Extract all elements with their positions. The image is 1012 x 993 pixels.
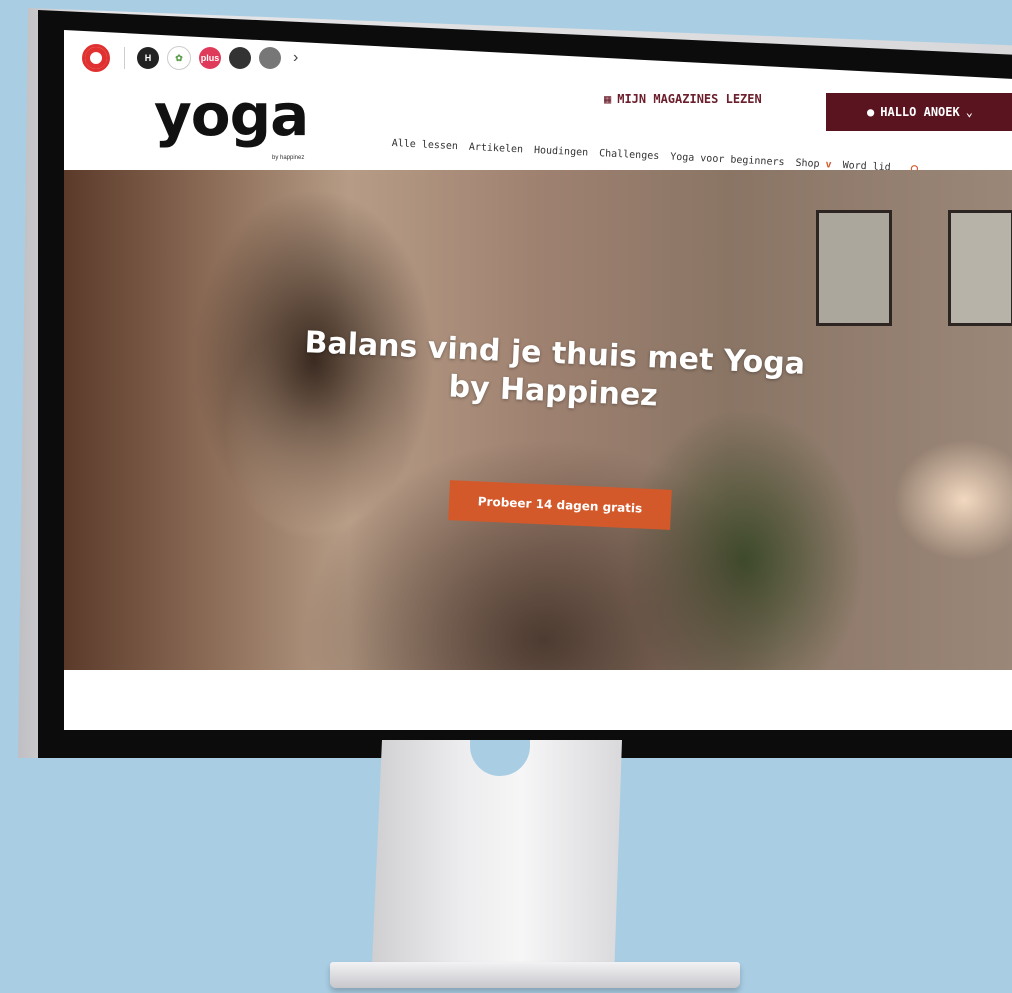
magazine-icon: ▦ [604, 92, 612, 106]
wall-frame [948, 210, 1012, 326]
magazines-link[interactable]: ▦ MIJN MAGAZINES LEZEN [604, 92, 762, 106]
chevron-down-icon: v [825, 159, 832, 171]
brand-dark-icon[interactable] [229, 47, 251, 69]
magazines-label: MIJN MAGAZINES LEZEN [617, 92, 762, 106]
plus-icon-label: plus [200, 53, 220, 63]
nav-item-artikelen[interactable]: Artikelen [468, 142, 524, 160]
wall-frame [816, 210, 892, 326]
site-logo[interactable]: yoga [154, 86, 309, 144]
chevron-down-icon: ⌄ [965, 105, 973, 119]
happinez-icon[interactable]: H [137, 47, 159, 69]
browser-screen: H ✿ plus › yoga by happinez ▦ MIJN MAGAZ… [64, 30, 1012, 730]
nav-item-shop-label: Shop [795, 157, 820, 170]
hero-banner: Balans vind je thuis met Yoga by Happine… [64, 170, 1012, 670]
happinez-icon-label: H [144, 53, 152, 63]
brand-divider [124, 47, 125, 69]
nav-item-houdingen[interactable]: Houdingen [534, 145, 589, 163]
nav-item-alle-lessen[interactable]: Alle lessen [391, 138, 458, 156]
trial-cta-button[interactable]: Probeer 14 dagen gratis [448, 480, 672, 530]
nav-item-challenges[interactable]: Challenges [599, 148, 660, 166]
plus-icon[interactable]: plus [199, 47, 221, 69]
hero-title: Balans vind je thuis met Yoga by Happine… [303, 325, 806, 414]
brand-grey-icon[interactable] [259, 47, 281, 69]
chevron-right-icon[interactable]: › [293, 49, 298, 67]
user-menu-button[interactable]: ● HALLO ANOEK ⌄ [826, 93, 1012, 131]
user-icon: ● [867, 105, 875, 119]
opzij-icon[interactable] [82, 44, 110, 72]
monitor-base [330, 962, 740, 988]
logo-subtitle: by happinez [272, 155, 305, 161]
user-label: HALLO ANOEK [880, 105, 960, 119]
libelle-icon[interactable]: ✿ [167, 46, 191, 70]
